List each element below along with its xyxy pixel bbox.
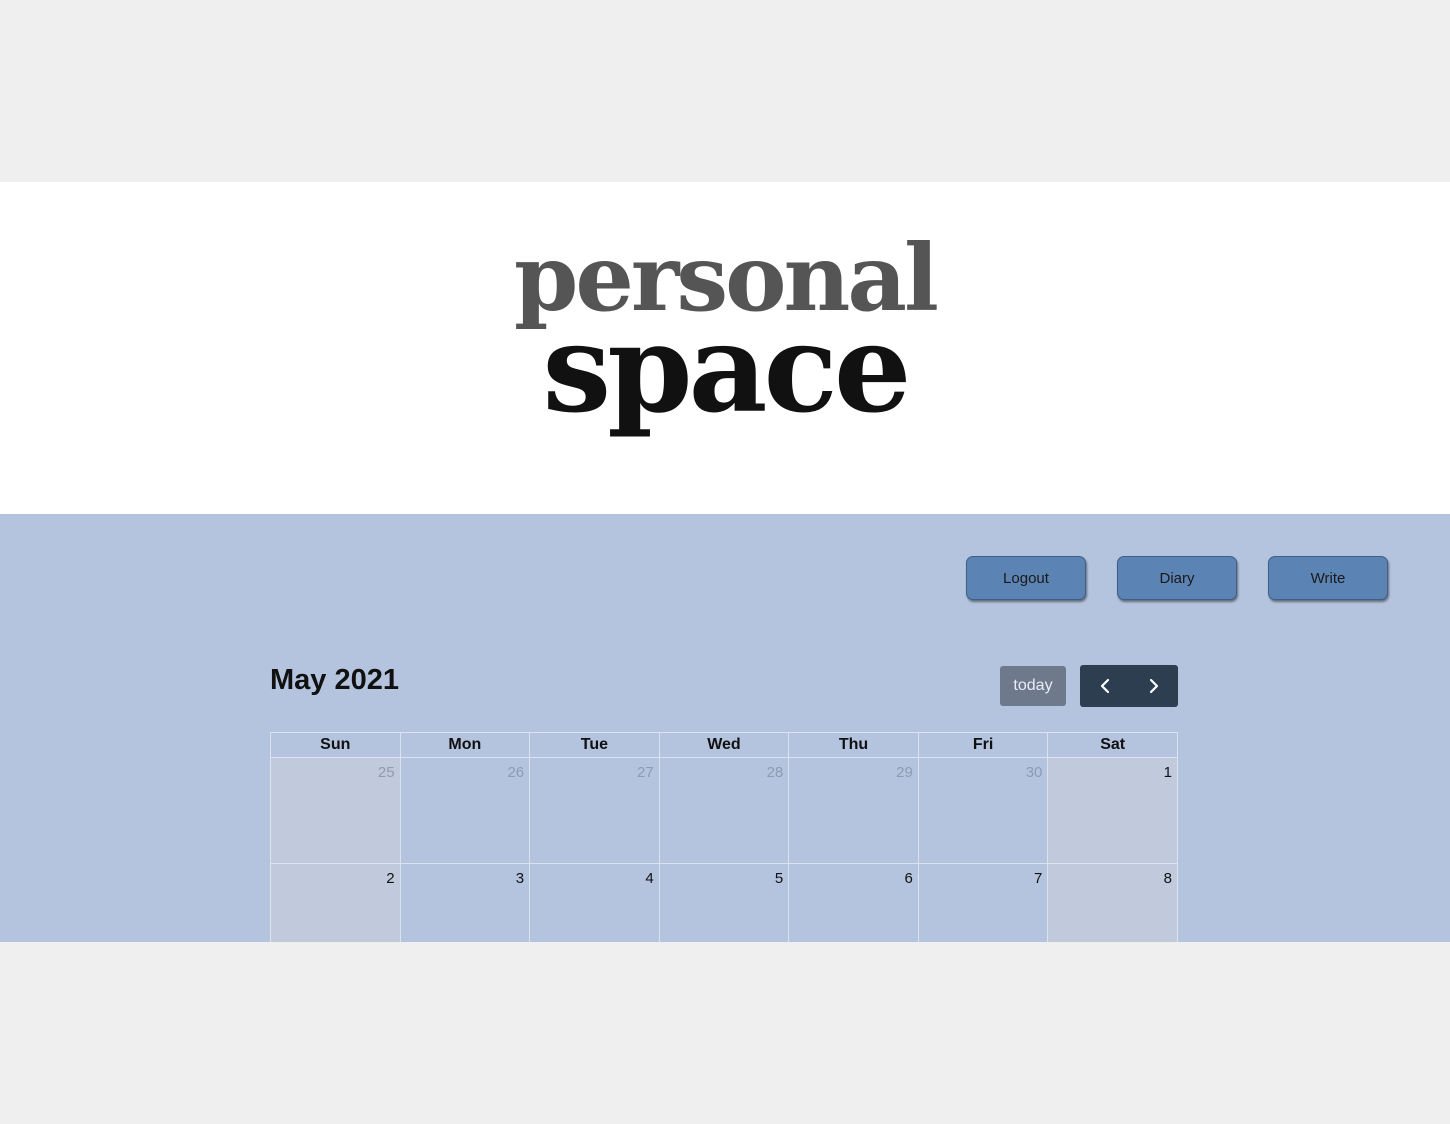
next-month-button[interactable]: [1129, 665, 1178, 707]
calendar-day-cell[interactable]: 7: [917, 863, 1049, 942]
weekday-header: Fri: [917, 732, 1049, 758]
weekday-header: Sun: [270, 732, 401, 758]
day-number: 4: [645, 870, 654, 887]
calendar-day-cell[interactable]: 1: [1047, 757, 1178, 864]
weekday-header: Mon: [399, 732, 531, 758]
day-number: 26: [507, 764, 525, 781]
logout-button[interactable]: Logout: [966, 556, 1086, 600]
weekday-header: Thu: [788, 732, 919, 758]
weekday-header: Sat: [1047, 732, 1178, 758]
chevron-right-icon: [1148, 677, 1160, 695]
calendar-day-cell[interactable]: 27: [529, 757, 660, 864]
day-number: 1: [1163, 764, 1172, 781]
calendar-day-cell[interactable]: 3: [399, 863, 531, 942]
day-number: 28: [766, 764, 784, 781]
day-number: 30: [1025, 764, 1043, 781]
write-button[interactable]: Write: [1268, 556, 1388, 600]
main-content: Logout Diary Write May 2021 today Sun Mo…: [0, 514, 1450, 942]
calendar-day-cell[interactable]: 6: [788, 863, 919, 942]
day-number: 2: [386, 870, 395, 887]
calendar-grid: Sun Mon Tue Wed Thu Fri Sat 25 26 27 28 …: [270, 732, 1178, 942]
day-number: 7: [1034, 870, 1043, 887]
calendar-day-cell[interactable]: 5: [658, 863, 790, 942]
day-number: 27: [637, 764, 654, 781]
prev-month-button[interactable]: [1080, 665, 1129, 707]
logo-text-space: space: [542, 296, 912, 440]
weekday-header: Tue: [529, 732, 660, 758]
day-number: 3: [515, 870, 525, 887]
calendar-day-cell[interactable]: 2: [270, 863, 401, 942]
calendar-title: May 2021: [270, 664, 399, 696]
chevron-left-icon: [1099, 677, 1111, 695]
day-number: 25: [377, 764, 395, 781]
calendar-day-cell[interactable]: 25: [270, 757, 401, 864]
day-number: 6: [904, 870, 913, 887]
calendar-week-row: 25 26 27 28 29 30 1: [270, 757, 1178, 864]
today-button[interactable]: today: [1000, 666, 1066, 706]
weekday-header-row: Sun Mon Tue Wed Thu Fri Sat: [270, 732, 1178, 758]
calendar-day-cell[interactable]: 4: [529, 863, 660, 942]
day-number: 8: [1163, 870, 1172, 887]
day-number: 5: [774, 870, 784, 887]
day-number: 29: [896, 764, 913, 781]
weekday-header: Wed: [658, 732, 790, 758]
calendar-day-cell[interactable]: 29: [788, 757, 919, 864]
calendar-day-cell[interactable]: 30: [917, 757, 1049, 864]
header: personal space: [0, 182, 1450, 514]
calendar-week-row: 2 3 4 5 6 7 8: [270, 863, 1178, 942]
calendar-day-cell[interactable]: 28: [658, 757, 790, 864]
calendar-day-cell[interactable]: 26: [399, 757, 531, 864]
calendar-day-cell[interactable]: 8: [1047, 863, 1178, 942]
diary-button[interactable]: Diary: [1117, 556, 1237, 600]
calendar-nav-group: [1080, 665, 1178, 707]
